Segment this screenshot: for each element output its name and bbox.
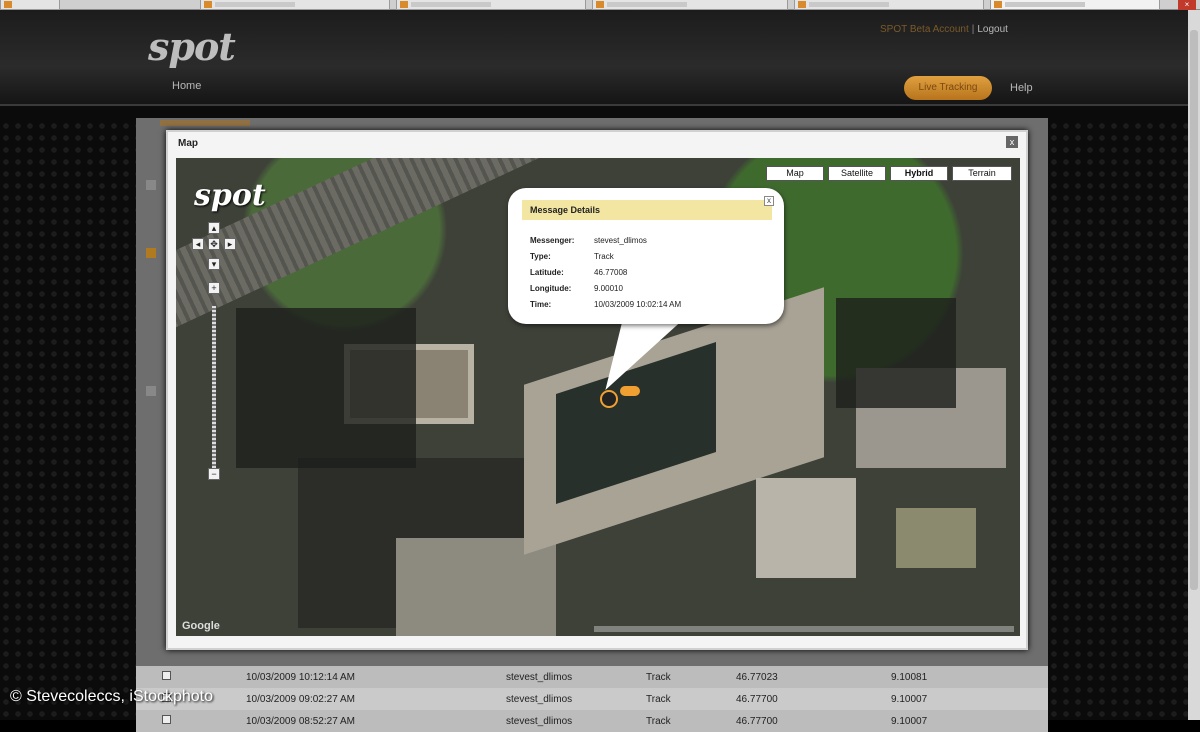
messages-table: 10/03/2009 10:12:14 AM stevest_dlimos Trac… (136, 666, 1048, 732)
favicon-icon (400, 1, 408, 8)
logout-link[interactable]: Logout (977, 24, 1008, 35)
cell-type: Track (646, 715, 671, 727)
breadcrumb (160, 120, 250, 126)
cell-time: 10/03/2009 08:52:27 AM (246, 715, 355, 727)
pan-center-icon[interactable]: ✥ (208, 238, 220, 250)
favicon-icon (798, 1, 806, 8)
cell-latitude: 46.77023 (736, 671, 778, 683)
nav-home-link[interactable]: Home (172, 80, 201, 92)
building-roof (396, 538, 556, 636)
map-copyright (594, 626, 1014, 632)
sidebar-stub (146, 386, 156, 396)
favicon-icon (204, 1, 212, 8)
zoom-slider[interactable] (212, 306, 216, 474)
cell-type: Track (646, 693, 671, 705)
site-header: spot Home SPOT Beta Account | Logout Live … (0, 10, 1188, 106)
building-roof (756, 478, 856, 578)
background-pattern (0, 120, 136, 720)
cell-select (136, 666, 246, 688)
map-type-hybrid-button[interactable]: Hybrid (890, 166, 948, 181)
cell-latitude: 46.77700 (736, 693, 778, 705)
message-details-popup: Message Details x Messenger: stevest_dlim… (508, 188, 784, 324)
zoom-out-icon[interactable]: − (208, 468, 220, 480)
pan-right-icon[interactable]: ▸ (224, 238, 236, 250)
detail-row: Latitude: 46.77008 (530, 268, 628, 277)
cell-longitude: 9.10007 (891, 693, 928, 705)
table-row[interactable]: 10/03/2009 08:52:27 AM stevest_dlimos Trac… (136, 710, 1048, 732)
detail-row: Messenger: stevest_dlimos (530, 236, 647, 245)
map-type-satellite-button[interactable]: Satellite (828, 166, 886, 181)
browser-tab[interactable] (592, 0, 788, 10)
close-icon[interactable]: x (1006, 136, 1018, 148)
cell-messenger: stevest_dlimos (506, 715, 573, 727)
favicon-icon (994, 1, 1002, 8)
browser-tab[interactable] (396, 0, 586, 10)
window-close-icon[interactable]: × (1178, 0, 1196, 10)
cell-time: 10/03/2009 09:02:27 AM (246, 693, 355, 705)
zoom-in-icon[interactable]: + (208, 282, 220, 294)
sidebar-stub (146, 248, 156, 258)
browser-tab-strip: × (0, 0, 1200, 10)
map-type-terrain-button[interactable]: Terrain (952, 166, 1012, 181)
browser-tab-active[interactable] (990, 0, 1160, 10)
cell-select (136, 710, 246, 732)
cell-messenger: stevest_dlimos (506, 693, 573, 705)
detail-row: Time: 10/03/2009 10:02:14 AM (530, 300, 682, 309)
cell-type: Track (646, 671, 671, 683)
browser-tab[interactable] (794, 0, 984, 10)
pan-left-icon[interactable]: ◂ (192, 238, 204, 250)
photo-credit: © Stevecoleccs, iStockphoto (10, 688, 213, 705)
cell-time: 10/03/2009 10:12:14 AM (246, 671, 355, 683)
google-logo: Google (182, 620, 220, 632)
pan-down-icon[interactable]: ▾ (208, 258, 220, 270)
building-shadow (836, 298, 956, 408)
account-label: SPOT Beta Account (880, 24, 969, 35)
page-scrollbar[interactable] (1188, 10, 1200, 720)
user-info: SPOT Beta Account | Logout (880, 24, 1008, 35)
map-modal: Map x spot Map Satellite Hybrid Terrain … (166, 130, 1028, 650)
cell-longitude: 9.10081 (891, 671, 928, 683)
favicon-icon (596, 1, 604, 8)
table-row[interactable]: 10/03/2009 09:02:27 AM stevest_dlimos Trac… (136, 688, 1048, 710)
sidebar-stub (146, 180, 156, 190)
map-spot-logo: spot (194, 178, 266, 213)
cell-latitude: 46.77700 (736, 715, 778, 727)
location-marker-icon[interactable] (600, 390, 618, 408)
browser-tab[interactable] (0, 0, 60, 10)
scrollbar-thumb[interactable] (1190, 30, 1198, 590)
cell-longitude: 9.10007 (891, 715, 928, 727)
background-pattern (1048, 120, 1188, 720)
row-checkbox[interactable] (162, 671, 171, 680)
table-row[interactable]: 10/03/2009 10:12:14 AM stevest_dlimos Trac… (136, 666, 1048, 688)
satellite-map[interactable]: spot Map Satellite Hybrid Terrain ▴ ◂ ✥ … (176, 158, 1020, 636)
marker-tag (620, 386, 640, 396)
detail-row: Longitude: 9.00010 (530, 284, 623, 293)
favicon-icon (4, 1, 12, 8)
cell-messenger: stevest_dlimos (506, 671, 573, 683)
map-type-map-button[interactable]: Map (766, 166, 824, 181)
spot-logo[interactable]: spot (148, 24, 236, 69)
detail-row: Type: Track (530, 252, 614, 261)
popup-close-icon[interactable]: x (764, 196, 774, 206)
live-tracking-button[interactable]: Live Tracking (904, 76, 992, 100)
browser-tab[interactable] (200, 0, 390, 10)
pan-up-icon[interactable]: ▴ (208, 222, 220, 234)
building-roof (896, 508, 976, 568)
nav-help-link[interactable]: Help (1010, 82, 1033, 94)
modal-title: Map (178, 138, 198, 149)
popup-title: Message Details (522, 200, 772, 220)
building-shadow (236, 308, 416, 468)
